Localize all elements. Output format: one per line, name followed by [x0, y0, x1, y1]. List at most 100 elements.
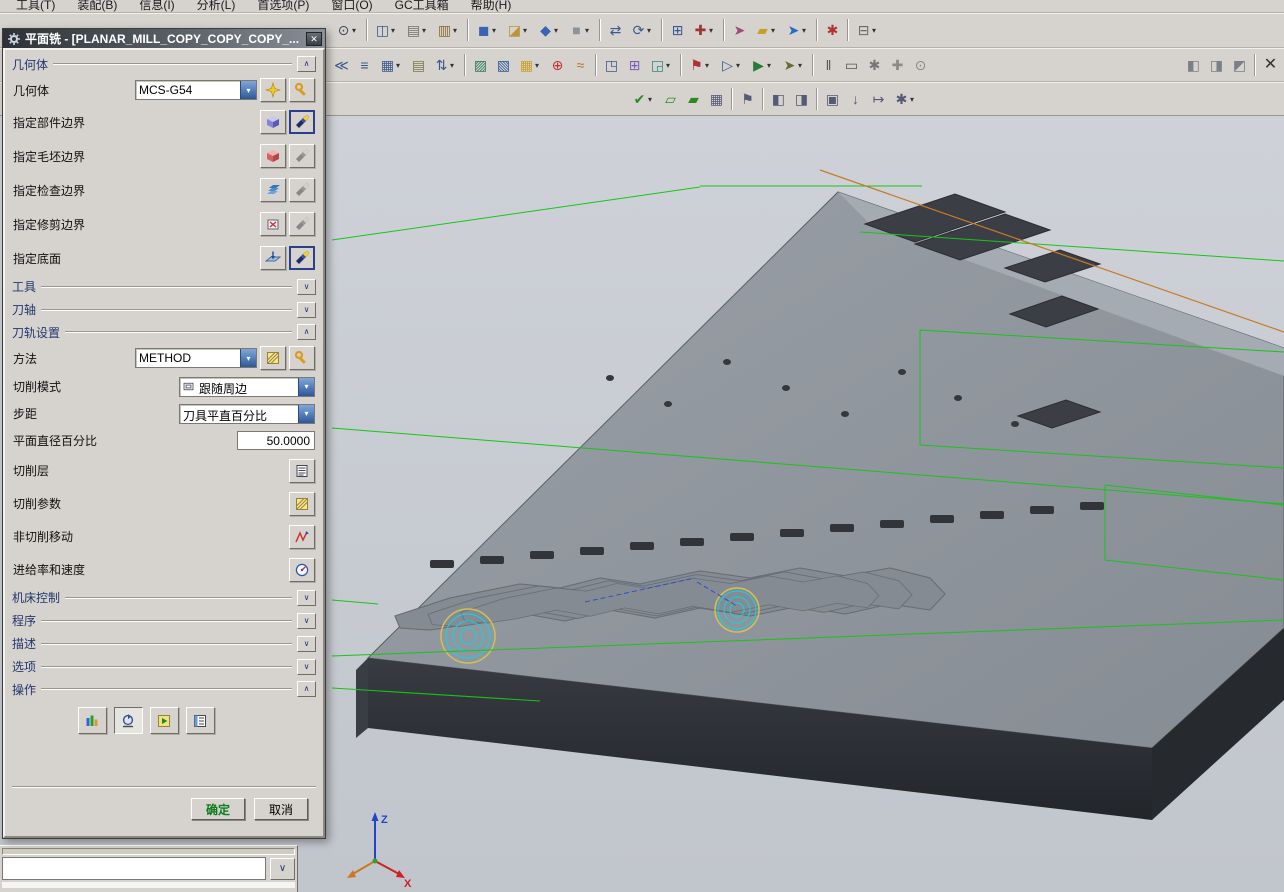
csys-button[interactable]: ◳: [600, 52, 623, 78]
verify-check-button[interactable]: ✔ ▾: [628, 86, 659, 112]
tool-axis-section-toggle[interactable]: ∨: [297, 301, 316, 318]
stepover-combo[interactable]: 刀具平直百分比 ▾: [179, 403, 315, 424]
constraint-button[interactable]: ✱: [821, 17, 844, 43]
verify-toolpath-button[interactable]: [149, 707, 179, 734]
monitor-right-button[interactable]: ◨: [790, 86, 813, 112]
toolpath-tools-button[interactable]: ✱: [863, 52, 886, 78]
link-button[interactable]: ↦: [867, 86, 890, 112]
clipboard-button[interactable]: ▥ ▾: [433, 17, 464, 43]
select-check-boundary-button[interactable]: [260, 178, 286, 202]
floor-display-button[interactable]: [289, 246, 315, 270]
dock-list-field[interactable]: [2, 857, 266, 880]
dialog-close-button[interactable]: ✕: [306, 31, 322, 46]
part-boundary-display-button[interactable]: [289, 110, 315, 134]
edit-method-button[interactable]: [289, 346, 315, 370]
find-button[interactable]: ⊙: [909, 52, 932, 78]
path-settings-section-toggle[interactable]: ∧: [297, 324, 316, 340]
offset-button[interactable]: ◲ ▾: [646, 52, 677, 78]
highlight-brush-button[interactable]: ▰ ▾: [751, 17, 782, 43]
monitor-left-button[interactable]: ◧: [767, 86, 790, 112]
actions-section-toggle[interactable]: ∧: [297, 681, 316, 697]
description-section-toggle[interactable]: ∨: [297, 635, 316, 652]
display-stairs-button[interactable]: ▤ ▾: [402, 17, 433, 43]
list-toolpath-button[interactable]: [185, 707, 215, 734]
ruler-button[interactable]: ⊟ ▾: [852, 17, 883, 43]
cut-pattern-combo[interactable]: 跟随周边 ▾: [179, 376, 315, 397]
cutting-parameters-button[interactable]: [289, 491, 315, 516]
verify-icon: [156, 713, 172, 729]
cube-view-a-button[interactable]: ◧: [1182, 52, 1205, 78]
section-view-button[interactable]: ▧: [492, 52, 515, 78]
mesh-button[interactable]: ▦ ▾: [515, 52, 546, 78]
notes-button[interactable]: ▤: [407, 52, 430, 78]
generate-toolpath-button[interactable]: [77, 707, 107, 734]
facet-body-button[interactable]: ◆ ▾: [534, 17, 565, 43]
pan-view-button[interactable]: ⇄: [604, 17, 627, 43]
mcs-combo[interactable]: MCS-G54 ▾: [135, 80, 257, 100]
align-button[interactable]: ≪: [330, 52, 353, 78]
signal-flag-button[interactable]: ⚑: [736, 86, 759, 112]
post-button[interactable]: ‖: [817, 52, 840, 78]
zoom-tool-button[interactable]: ⊙ ▾: [332, 17, 363, 43]
dock-grip-handle[interactable]: [2, 848, 295, 855]
plane-button[interactable]: ⊞: [623, 52, 646, 78]
cube-view-b-button[interactable]: ◨: [1205, 52, 1228, 78]
select-part-boundary-button[interactable]: [260, 110, 286, 134]
dialog-titlebar[interactable]: 平面铣 - [PLANAR_MILL_COPY_COPY_COPY_... ✕: [3, 29, 325, 48]
machine-control-section-toggle[interactable]: ∨: [297, 589, 316, 606]
select-blank-boundary-button[interactable]: [260, 144, 286, 168]
method-combo[interactable]: METHOD ▾: [135, 348, 257, 368]
play-button[interactable]: ▶ ▾: [747, 52, 778, 78]
folder-button[interactable]: ▰: [682, 86, 705, 112]
close-toolbar-button[interactable]: ✕: [1259, 52, 1282, 78]
operation-list-button[interactable]: ≡: [353, 52, 376, 78]
edit-geometry-button[interactable]: [289, 78, 315, 102]
solid-body-button[interactable]: ◼ ▾: [472, 17, 503, 43]
dock-expand-button[interactable]: ∨: [270, 857, 295, 880]
cancel-button[interactable]: 取消: [254, 798, 308, 820]
check-geometry-button[interactable]: ▨: [469, 52, 492, 78]
program-section-toggle[interactable]: ∨: [297, 612, 316, 629]
select-trim-boundary-button[interactable]: [260, 212, 286, 236]
play-outline-button[interactable]: ▷ ▾: [716, 52, 747, 78]
rotate-view-button[interactable]: ⟳ ▾: [627, 17, 658, 43]
cube-view-c-button[interactable]: ◩: [1228, 52, 1251, 78]
copy-operation-button[interactable]: ▣: [821, 86, 844, 112]
download-button[interactable]: ↓: [844, 86, 867, 112]
tool-section-toggle[interactable]: ∨: [297, 278, 316, 295]
flag-button[interactable]: ⚑ ▾: [685, 52, 716, 78]
feeds-speeds-button[interactable]: [289, 557, 315, 582]
shop-doc-button[interactable]: ▭: [840, 52, 863, 78]
grid-button[interactable]: ⊞: [666, 17, 689, 43]
vector-button[interactable]: ➤ ▾: [782, 17, 813, 43]
folder-open-button[interactable]: ▱: [659, 86, 682, 112]
reorder-button[interactable]: ⇅ ▾: [430, 52, 461, 78]
shaded-display-button[interactable]: ■ ▾: [565, 17, 596, 43]
add-button[interactable]: ✚: [886, 52, 909, 78]
new-method-button[interactable]: [260, 346, 286, 370]
non-cutting-moves-button[interactable]: [289, 524, 315, 549]
spline-button[interactable]: ≈: [569, 52, 592, 78]
select-floor-button[interactable]: [260, 246, 286, 270]
check-boundary-display-button[interactable]: [289, 178, 315, 202]
trim-boundary-display-button[interactable]: [289, 212, 315, 236]
datum-button[interactable]: ✚ ▾: [689, 17, 720, 43]
sim-settings-button[interactable]: ✱ ▾: [890, 86, 921, 112]
blank-boundary-display-button[interactable]: [289, 144, 315, 168]
table-button[interactable]: ▦: [705, 86, 728, 112]
options-section-toggle[interactable]: ∨: [297, 658, 316, 675]
measure-button[interactable]: ➤: [728, 17, 751, 43]
ok-button[interactable]: 确定: [191, 798, 245, 820]
tool-section-header: 工具: [12, 280, 37, 294]
replay-toolpath-button[interactable]: [113, 707, 143, 734]
point-button[interactable]: ⊕: [546, 52, 569, 78]
percent-flat-diameter-input[interactable]: [237, 431, 315, 450]
cut-levels-button[interactable]: [289, 458, 315, 483]
geometry-section-toggle[interactable]: ∧: [297, 56, 316, 72]
probe-button[interactable]: ➤ ▾: [778, 52, 809, 78]
pattern-button[interactable]: ▦ ▾: [376, 52, 407, 78]
sheet-body-button[interactable]: ◪ ▾: [503, 17, 534, 43]
dropdown-arrow-icon: ▾: [535, 60, 540, 70]
window-split-button[interactable]: ◫ ▾: [371, 17, 402, 43]
new-geometry-button[interactable]: [260, 78, 286, 102]
